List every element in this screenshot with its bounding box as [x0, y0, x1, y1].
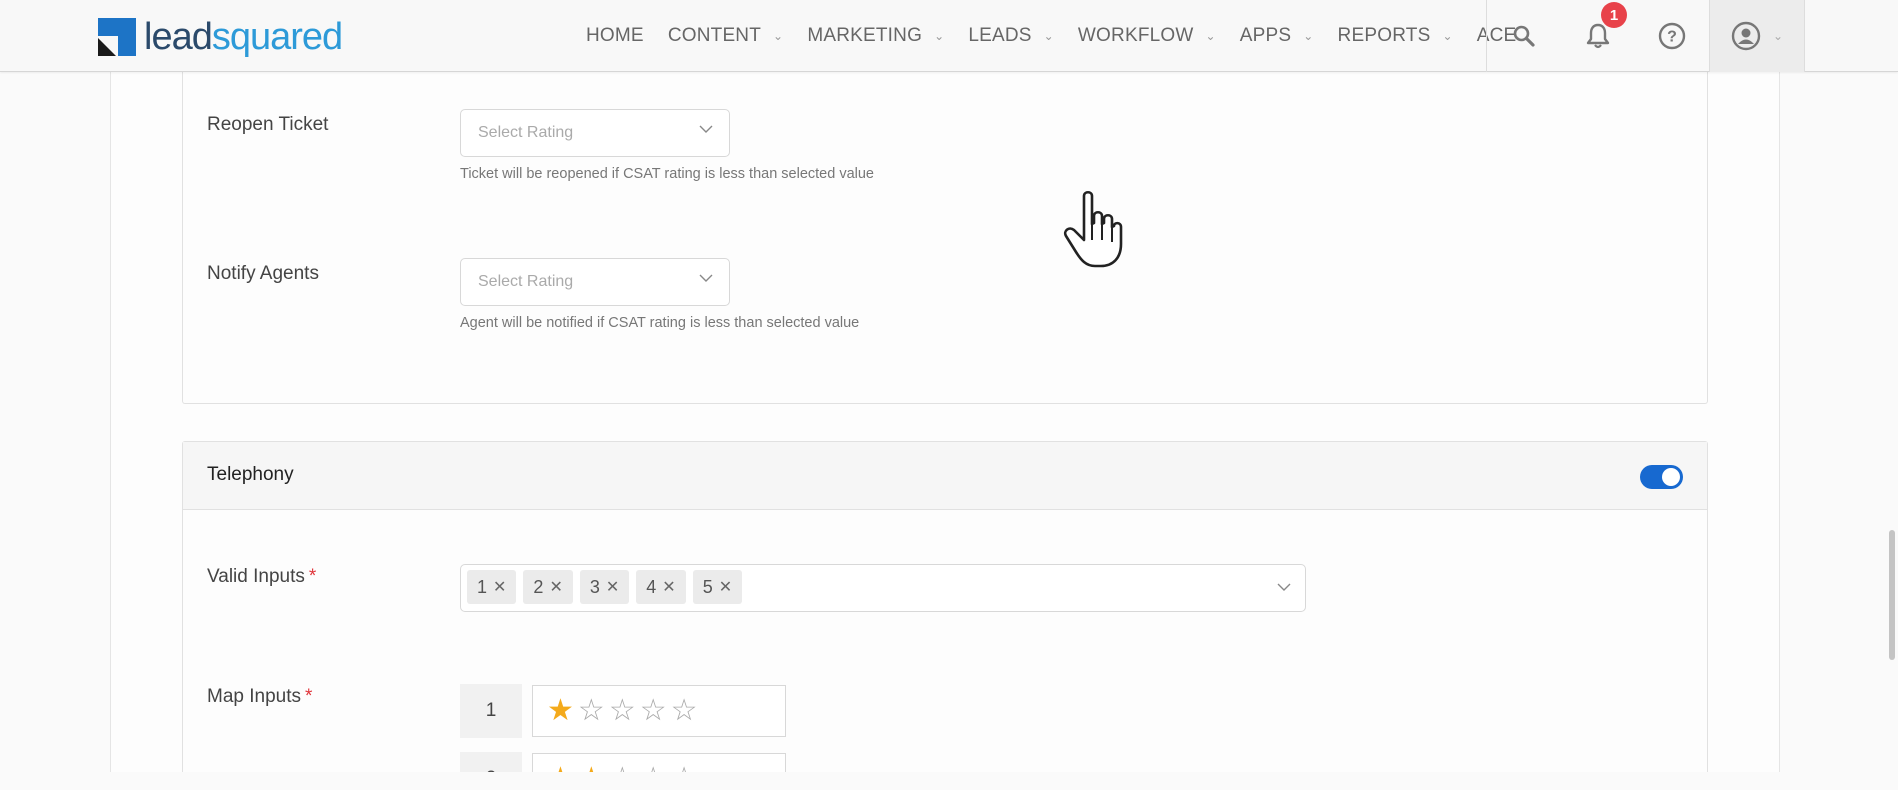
nav-item-home[interactable]: HOME — [586, 25, 644, 47]
nav-item-apps[interactable]: APPS ⌄ — [1240, 25, 1314, 47]
help-icon: ? — [1658, 22, 1686, 50]
top-navbar: leadsquared HOME CONTENT ⌄ MARKETING ⌄ LEA… — [0, 0, 1898, 72]
tag-label: 3 — [589, 576, 600, 597]
notify-agents-hint: Agent will be notified if CSAT rating is… — [460, 315, 860, 331]
nav-item-label: MARKETING — [807, 25, 923, 46]
telephony-title: Telephony — [207, 464, 294, 485]
map-input-number: 1 — [460, 684, 522, 738]
user-menu-button[interactable]: ⌄ — [1709, 0, 1805, 72]
chevron-down-icon — [1277, 583, 1291, 591]
telephony-toggle[interactable] — [1640, 465, 1683, 489]
remove-tag-icon[interactable]: ✕ — [719, 577, 732, 597]
leadsquared-logo[interactable]: leadsquared — [98, 16, 343, 58]
search-icon — [1513, 25, 1535, 47]
star-filled-icon[interactable]: ★ — [547, 696, 574, 726]
logo-text-lead: lead — [144, 16, 213, 58]
logo-mark-icon — [98, 18, 136, 56]
logo-text: leadsquared — [144, 16, 343, 58]
chevron-down-icon: ⌄ — [1043, 29, 1054, 43]
valid-inputs-label-text: Valid Inputs — [207, 566, 305, 587]
reopen-ticket-hint: Ticket will be reopened if CSAT rating i… — [460, 166, 874, 182]
chevron-down-icon: ⌄ — [934, 29, 945, 43]
chevron-down-icon: ⌄ — [1303, 29, 1314, 43]
star-empty-icon[interactable]: ☆ — [609, 696, 636, 726]
chevron-down-icon: ⌄ — [1442, 29, 1453, 43]
search-button[interactable] — [1487, 0, 1561, 72]
select-placeholder: Select Rating — [478, 273, 574, 290]
chevron-down-icon: ⌄ — [773, 29, 784, 43]
svg-text:?: ? — [1667, 29, 1677, 46]
tag-label: 4 — [646, 576, 657, 597]
valid-input-tag: 1 ✕ — [467, 570, 517, 604]
notifications-button[interactable]: 1 — [1561, 0, 1635, 72]
hand-cursor-icon — [1063, 190, 1123, 268]
remove-tag-icon[interactable]: ✕ — [606, 577, 619, 597]
remove-tag-icon[interactable]: ✕ — [549, 577, 562, 597]
nav-item-label: CONTENT — [667, 25, 762, 46]
star-empty-icon[interactable]: ☆ — [578, 696, 605, 726]
nav-item-workflow[interactable]: WORKFLOW ⌄ — [1078, 25, 1216, 47]
notification-count-badge: 1 — [1601, 2, 1627, 28]
nav-item-content[interactable]: CONTENT ⌄ — [668, 25, 784, 47]
valid-inputs-multiselect[interactable]: 1 ✕ 2 ✕ 3 ✕ 4 ✕ 5 ✕ — [460, 564, 1306, 612]
map-inputs-label: Map Inputs * — [207, 686, 312, 708]
user-icon — [1731, 21, 1761, 51]
nav-item-marketing[interactable]: MARKETING ⌄ — [807, 25, 944, 47]
help-button[interactable]: ? — [1635, 0, 1709, 72]
nav-item-reports[interactable]: REPORTS ⌄ — [1338, 25, 1453, 47]
valid-inputs-tags: 1 ✕ 2 ✕ 3 ✕ 4 ✕ 5 ✕ — [467, 570, 743, 604]
reopen-ticket-label: Reopen Ticket — [207, 114, 329, 135]
valid-input-tag: 4 ✕ — [636, 570, 686, 604]
select-placeholder: Select Rating — [478, 124, 574, 141]
tag-label: 2 — [533, 576, 544, 597]
nav-item-leads[interactable]: LEADS ⌄ — [968, 25, 1054, 47]
nav-item-label: WORKFLOW — [1077, 25, 1194, 46]
tag-label: 5 — [702, 576, 713, 597]
valid-input-tag: 3 ✕ — [579, 570, 630, 604]
star-empty-icon[interactable]: ☆ — [640, 696, 667, 726]
chevron-down-icon: ⌄ — [1205, 29, 1216, 43]
required-mark: * — [308, 566, 317, 587]
chevron-down-icon: ⌄ — [1772, 29, 1784, 43]
notify-agents-label: Notify Agents — [207, 263, 319, 284]
notify-agents-select[interactable]: Select Rating — [460, 258, 730, 306]
valid-inputs-label: Valid Inputs * — [207, 566, 316, 588]
nav-item-label: APPS — [1239, 25, 1292, 46]
reopen-ticket-select[interactable]: Select Rating — [460, 109, 730, 157]
remove-tag-icon[interactable]: ✕ — [493, 577, 506, 597]
page-scrollbar[interactable] — [1889, 530, 1895, 660]
tag-label: 1 — [477, 576, 488, 597]
nav-item-label: HOME — [586, 25, 644, 46]
chevron-down-icon — [699, 125, 713, 133]
star-empty-icon[interactable]: ☆ — [671, 696, 698, 726]
remove-tag-icon[interactable]: ✕ — [662, 577, 675, 597]
nav-utilities: 1 ? ⌄ — [1486, 0, 1805, 72]
nav-item-label: LEADS — [968, 25, 1032, 46]
map-inputs-label-text: Map Inputs — [207, 686, 301, 707]
telephony-card: Telephony Valid Inputs * 1 ✕ 2 ✕ 3 ✕ 4 ✕ 5 ✕ Map I… — [182, 441, 1708, 790]
valid-input-tag: 2 ✕ — [523, 570, 573, 604]
toggle-knob — [1662, 468, 1680, 486]
required-mark: * — [305, 686, 313, 707]
star-rating[interactable]: ★ ☆ ☆ ☆ ☆ — [532, 685, 786, 737]
viewport-bottom-edge — [0, 772, 1898, 790]
valid-input-tag: 5 ✕ — [692, 570, 743, 604]
chevron-down-icon — [699, 274, 713, 282]
main-nav: HOME CONTENT ⌄ MARKETING ⌄ LEADS ⌄ WORKFLOW… — [586, 0, 1540, 72]
nav-item-label: REPORTS — [1337, 25, 1431, 46]
telephony-header: Telephony — [183, 442, 1707, 510]
logo-text-squared: squared — [211, 16, 343, 58]
csat-settings-card: Reopen Ticket Select Rating Ticket will … — [182, 60, 1708, 404]
